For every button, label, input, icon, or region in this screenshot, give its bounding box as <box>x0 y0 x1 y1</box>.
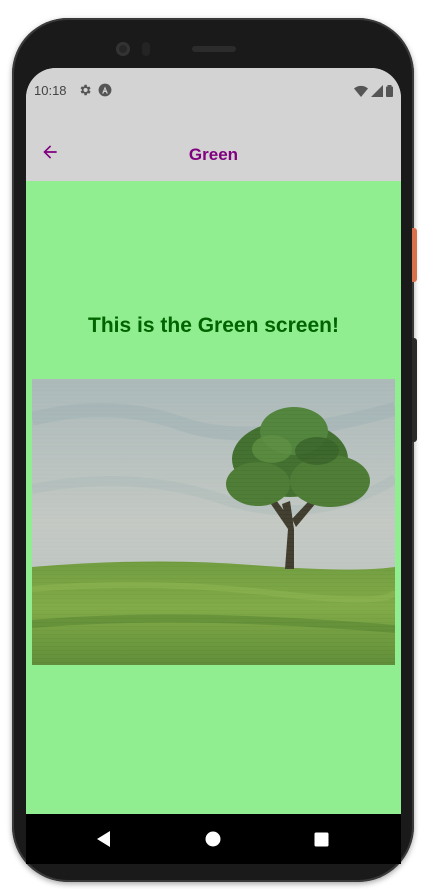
a-icon <box>98 83 112 97</box>
gear-icon <box>80 84 91 96</box>
app-bar: Green <box>26 114 401 181</box>
signal-icon <box>371 85 383 97</box>
power-button <box>412 228 417 282</box>
sensor <box>142 42 150 56</box>
nav-back-button[interactable] <box>92 827 116 851</box>
main-content: This is the Green screen! <box>26 181 401 814</box>
status-time: 10:18 <box>34 83 67 98</box>
wifi-icon <box>354 85 368 97</box>
status-bar: 10:18 <box>26 68 401 114</box>
recents-square-icon <box>314 832 328 846</box>
volume-button <box>412 338 417 442</box>
battery-icon <box>386 85 393 97</box>
back-triangle-icon <box>97 831 110 847</box>
screen: 10:18 Green This is the Green screen! <box>26 68 401 864</box>
page-title: Green <box>188 145 239 164</box>
system-nav-bar <box>26 814 401 864</box>
earpiece-speaker <box>192 46 236 52</box>
status-icons <box>354 84 393 98</box>
tree-photo <box>32 379 395 665</box>
nav-home-button[interactable] <box>201 827 225 851</box>
home-circle-icon <box>205 831 221 847</box>
front-camera <box>116 42 130 56</box>
nav-recents-button[interactable] <box>309 827 333 851</box>
headline: This is the Green screen! <box>88 314 339 337</box>
